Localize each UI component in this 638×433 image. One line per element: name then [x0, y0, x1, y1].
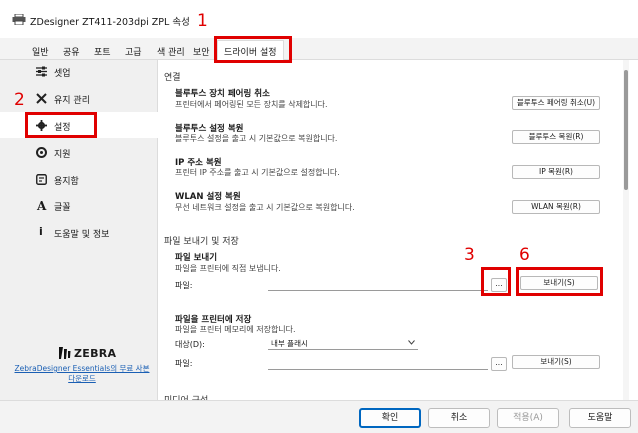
item-title: 블루투스 장치 페어링 취소 — [175, 89, 270, 99]
sidebar-item-label: 유지 관리 — [54, 96, 90, 106]
restore-wlan-button[interactable]: WLAN 복원(R) — [512, 200, 600, 214]
annotation-number: 1 — [197, 11, 208, 31]
apply-button[interactable]: 적용(A) — [497, 408, 559, 428]
window-title: ZDesigner ZT411-203dpi ZPL 속성 — [30, 17, 190, 28]
help-button[interactable]: 도움말 — [569, 408, 631, 428]
lifebuoy-icon — [36, 147, 47, 158]
restore-ip-button[interactable]: IP 복원(R) — [512, 165, 600, 179]
unpair-bluetooth-button[interactable]: 블루투스 페어링 취소(U) — [512, 96, 600, 110]
store-browse-button[interactable]: ... — [491, 357, 507, 371]
item-title: WLAN 설정 복원 — [175, 192, 241, 202]
sidebar-item-setup[interactable] — [0, 59, 158, 85]
send-file-label: 파일: — [175, 281, 193, 290]
highlight-box-driver-tab — [214, 36, 292, 63]
chevron-down-icon — [408, 340, 415, 345]
section-title-file-transfer: 파일 보내기 및 저장 — [164, 237, 239, 247]
target-label: 대상(D): — [175, 340, 205, 349]
sidebar-item-label: 셋업 — [54, 69, 71, 79]
font-icon: A — [37, 199, 47, 213]
sidebar-item-support[interactable] — [0, 139, 158, 165]
highlight-box-browse — [481, 267, 511, 296]
store-file-button[interactable]: 보내기(S) — [512, 355, 600, 369]
sliders-icon — [36, 66, 47, 77]
essentials-download-link[interactable]: ZebraDesigner Essentials의 무료 사본 다운로드 — [12, 364, 152, 384]
sidebar-item-label: 지원 — [54, 150, 71, 160]
item-title: 파일 보내기 — [175, 253, 218, 263]
tools-icon — [36, 93, 47, 104]
target-select-value: 내부 플래시 — [271, 339, 308, 348]
scrollbar-thumb[interactable] — [624, 70, 628, 190]
sidebar-item-label: 용지함 — [54, 177, 79, 187]
tab-sharing[interactable]: 공유 — [63, 45, 80, 58]
tab-color-management[interactable]: 색 관리 — [157, 45, 185, 58]
annotation-number: 6 — [519, 245, 530, 265]
tab-security[interactable]: 보안 — [193, 45, 210, 58]
send-file-input[interactable] — [268, 276, 488, 291]
sidebar-item-fonts[interactable] — [0, 193, 158, 219]
store-file-label: 파일: — [175, 359, 193, 368]
zebra-brand: ZEBRA — [74, 347, 117, 360]
highlight-box-settings — [25, 112, 97, 138]
item-description: 파일을 프린터 메모리에 저장합니다. — [175, 325, 296, 334]
sidebar-item-label: 글꼴 — [54, 203, 71, 213]
item-description: 프린터에서 페어링된 모든 장치를 삭제합니다. — [175, 100, 328, 109]
tab-ports[interactable]: 포트 — [94, 45, 111, 58]
section-title-media-partial: 미디어 구성 — [164, 393, 208, 400]
restore-bluetooth-button[interactable]: 블루투스 복원(R) — [512, 130, 600, 144]
sidebar-item-media[interactable] — [0, 166, 158, 192]
store-file-input[interactable] — [268, 355, 488, 370]
item-description: 프린터 IP 주소를 출고 시 기본값으로 설정합니다. — [175, 168, 340, 177]
info-icon: i — [39, 225, 43, 238]
printer-icon — [12, 14, 26, 25]
ok-button[interactable]: 확인 — [359, 408, 421, 428]
tab-advanced[interactable]: 고급 — [125, 45, 142, 58]
annotation-number: 3 — [464, 245, 475, 265]
item-description: 파일을 프린터에 직접 보냅니다. — [175, 264, 281, 273]
highlight-box-send — [516, 267, 603, 296]
tab-general[interactable]: 일반 — [32, 45, 49, 58]
annotation-number: 2 — [14, 90, 25, 110]
item-description: 무선 네트워크 설정을 출고 시 기본값으로 복원합니다. — [175, 203, 355, 212]
section-title-connection: 연결 — [164, 73, 181, 83]
zebra-logo-icon — [59, 347, 71, 359]
cancel-button[interactable]: 취소 — [428, 408, 490, 428]
item-description: 블루투스 설정을 출고 시 기본값으로 복원합니다. — [175, 134, 338, 143]
media-icon — [36, 174, 47, 185]
sidebar-item-label: 도움말 및 정보 — [54, 230, 110, 240]
